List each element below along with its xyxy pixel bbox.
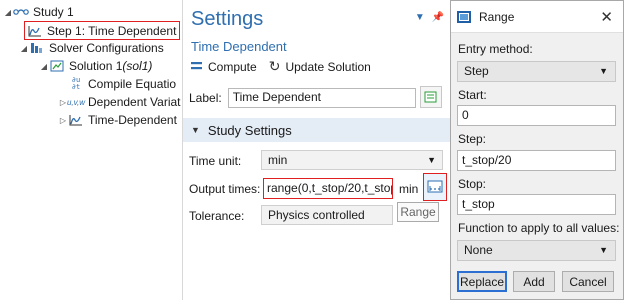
start-caption: Start: bbox=[458, 88, 487, 102]
output-times-caption: Output times: bbox=[189, 182, 261, 196]
expand-arrow-icon[interactable]: ▷ bbox=[58, 116, 68, 125]
tree-item-study[interactable]: ◢ Study 1 bbox=[3, 3, 74, 21]
entry-method-caption: Entry method: bbox=[458, 42, 533, 56]
refresh-icon: ↻ bbox=[268, 58, 281, 74]
collapse-triangle-icon: ▼ bbox=[191, 125, 200, 135]
range-dialog: Range ✕ Entry method: Step ▼ Start: 0 St… bbox=[450, 0, 624, 300]
compute-icon bbox=[191, 60, 203, 74]
step-caption: Step: bbox=[458, 132, 487, 146]
solution-icon bbox=[49, 59, 65, 73]
time-dependent-solver-icon bbox=[68, 113, 84, 127]
tree-item-dependent-variables[interactable]: ▷ u,v,w Dependent Variat bbox=[58, 93, 181, 111]
label-row: Label: Time Dependent bbox=[189, 88, 416, 108]
range-icon bbox=[427, 180, 443, 193]
panel-controls: ▼ 📌 bbox=[415, 12, 444, 23]
solver-config-icon bbox=[29, 41, 45, 55]
range-tooltip: Range bbox=[397, 202, 439, 222]
entry-method-select[interactable]: Step ▼ bbox=[457, 61, 616, 82]
settings-panel: Settings ▼ 📌 Time Dependent Compute ↻ Up… bbox=[182, 0, 450, 300]
label-input[interactable]: Time Dependent bbox=[227, 88, 416, 108]
compile-equations-icon: ∂u ∂t bbox=[71, 76, 81, 91]
compute-button[interactable]: Compute bbox=[191, 60, 257, 74]
panel-menu-icon[interactable]: ▼ bbox=[415, 12, 425, 23]
range-button[interactable] bbox=[423, 173, 447, 201]
compute-label: Compute bbox=[208, 59, 257, 74]
close-icon[interactable]: ✕ bbox=[600, 8, 613, 26]
update-solution-label: Update Solution bbox=[285, 59, 371, 74]
tree-item-solution1[interactable]: ◢ Solution 1 (sol1) bbox=[39, 57, 152, 75]
pin-icon[interactable]: 📌 bbox=[432, 12, 444, 23]
settings-toolbar: Compute ↻ Update Solution bbox=[191, 58, 371, 75]
collapse-arrow-icon[interactable]: ◢ bbox=[3, 8, 13, 17]
comsol-window-icon bbox=[457, 10, 471, 23]
section-title: Study Settings bbox=[207, 122, 292, 138]
tolerance-row: Tolerance: bbox=[189, 209, 244, 223]
edit-note-icon bbox=[424, 91, 437, 103]
tree-label: Solution 1 bbox=[69, 59, 123, 73]
output-times-row: Output times: bbox=[189, 182, 260, 196]
settings-subtitle: Time Dependent bbox=[191, 39, 287, 54]
tree-item-compile-equations[interactable]: ∂u ∂t Compile Equatio bbox=[68, 75, 176, 93]
tree-label: Compile Equatio bbox=[88, 77, 177, 91]
entry-method-value: Step bbox=[464, 64, 489, 78]
stop-input[interactable]: t_stop bbox=[457, 194, 616, 215]
add-button[interactable]: Add bbox=[513, 271, 555, 292]
time-unit-row: Time unit: bbox=[189, 154, 241, 168]
tolerance-select[interactable]: Physics controlled bbox=[261, 205, 393, 225]
label-caption: Label: bbox=[189, 91, 222, 105]
study-settings-section[interactable]: ▼ Study Settings bbox=[183, 118, 450, 142]
tree-label: Time-Dependent bbox=[88, 113, 177, 127]
label-edit-button[interactable] bbox=[420, 86, 442, 108]
function-select[interactable]: None ▼ bbox=[457, 240, 616, 261]
step-input[interactable]: t_stop/20 bbox=[457, 150, 616, 171]
tree-label: Dependent Variat bbox=[88, 95, 181, 109]
start-input[interactable]: 0 bbox=[457, 105, 616, 126]
tree-item-step1[interactable]: Step 1: Time Dependent bbox=[24, 21, 181, 40]
dropdown-arrow-icon: ▼ bbox=[599, 245, 608, 255]
output-times-unit: min bbox=[399, 182, 419, 196]
replace-button[interactable]: Replace bbox=[457, 271, 507, 292]
stop-caption: Stop: bbox=[458, 177, 487, 191]
tree-label: Study 1 bbox=[33, 5, 74, 19]
time-unit-value: min bbox=[268, 153, 288, 167]
time-unit-caption: Time unit: bbox=[189, 154, 242, 168]
collapse-arrow-icon[interactable]: ◢ bbox=[39, 62, 49, 71]
tree-item-time-dependent-solver[interactable]: ▷ Time-Dependent bbox=[58, 111, 177, 129]
settings-title: Settings bbox=[191, 8, 264, 30]
tolerance-caption: Tolerance: bbox=[189, 209, 245, 223]
collapse-arrow-icon[interactable]: ◢ bbox=[19, 44, 29, 53]
tree-label: Step 1: Time Dependent bbox=[47, 23, 177, 38]
dependent-variables-icon: u,v,w bbox=[66, 97, 86, 107]
function-value: None bbox=[464, 243, 493, 257]
output-times-input[interactable]: range(0,t_stop/20,t_stop) bbox=[263, 178, 393, 199]
dropdown-arrow-icon: ▼ bbox=[427, 155, 436, 165]
dialog-title: Range bbox=[479, 9, 515, 24]
tree-label-tag: (sol1) bbox=[122, 59, 153, 73]
study-icon bbox=[13, 5, 29, 19]
update-solution-button[interactable]: ↻ Update Solution bbox=[269, 58, 371, 75]
time-unit-select[interactable]: min ▼ bbox=[261, 150, 443, 170]
model-tree: ◢ Study 1 Step 1: Time Dependent ◢ Solve… bbox=[0, 0, 182, 300]
cancel-button[interactable]: Cancel bbox=[562, 271, 614, 292]
tree-label: Solver Configurations bbox=[49, 41, 164, 55]
time-dependent-icon bbox=[27, 24, 43, 38]
dropdown-arrow-icon: ▼ bbox=[599, 66, 608, 76]
dialog-titlebar[interactable]: Range ✕ bbox=[451, 1, 623, 33]
function-caption: Function to apply to all values: bbox=[458, 221, 620, 235]
tree-item-solver-configurations[interactable]: ◢ Solver Configurations bbox=[19, 39, 164, 57]
tolerance-value: Physics controlled bbox=[268, 208, 365, 222]
